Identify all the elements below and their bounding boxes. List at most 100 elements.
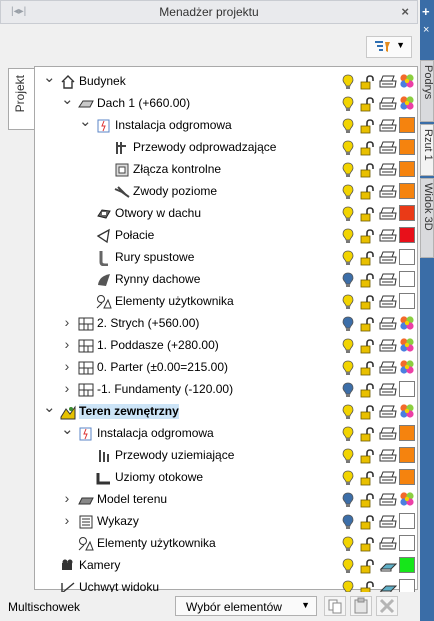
tree-row[interactable]: Połacie (35, 225, 417, 247)
tree-row[interactable]: ⌄ Instalacja odgromowa (35, 112, 417, 137)
visibility-bulb-icon[interactable] (342, 228, 354, 244)
tree-row[interactable]: ⌄ Instalacja odgromowa (35, 420, 417, 445)
title-bar[interactable]: |◂▸| Menadżer projektu × (0, 0, 418, 24)
printer-icon[interactable] (379, 404, 397, 420)
copy-button[interactable] (324, 596, 346, 616)
tree-row[interactable]: › Model terenu (35, 489, 417, 511)
printer-icon[interactable] (379, 536, 397, 552)
printer-icon[interactable] (379, 118, 397, 134)
eraser-icon[interactable] (379, 558, 398, 574)
color-swatch[interactable] (399, 469, 415, 485)
visibility-bulb-icon[interactable] (342, 426, 354, 442)
tree-row[interactable]: Elementy użytkownika (35, 533, 417, 555)
printer-icon[interactable] (379, 272, 397, 288)
visibility-bulb-icon[interactable] (342, 316, 354, 332)
color-swatch[interactable] (399, 227, 415, 243)
lock-icon[interactable] (360, 206, 376, 222)
chevron-right-icon[interactable]: › (61, 314, 73, 330)
chevron-right-icon[interactable]: › (61, 336, 73, 352)
tree-row[interactable]: Złącza kontrolne (35, 159, 417, 181)
paste-button[interactable] (350, 596, 372, 616)
lock-icon[interactable] (360, 338, 376, 354)
tree-row[interactable]: ⌄ Budynek (35, 68, 417, 93)
printer-icon[interactable] (379, 250, 397, 266)
tab-rzut-1[interactable]: Rzut 1 (420, 124, 434, 176)
visibility-bulb-icon[interactable] (342, 404, 354, 420)
printer-icon[interactable] (379, 316, 397, 332)
tree-row[interactable]: › 1. Poddasze (+280.00) (35, 335, 417, 357)
visibility-bulb-icon[interactable] (342, 272, 354, 288)
color-swatch[interactable] (399, 293, 415, 309)
lock-icon[interactable] (360, 250, 376, 266)
visibility-bulb-icon[interactable] (342, 294, 354, 310)
visibility-bulb-icon[interactable] (342, 162, 354, 178)
visibility-bulb-icon[interactable] (342, 338, 354, 354)
visibility-bulb-icon[interactable] (342, 206, 354, 222)
color-swatch[interactable] (399, 271, 415, 287)
tree-row[interactable]: Przewody uziemiające (35, 445, 417, 467)
printer-icon[interactable] (379, 228, 397, 244)
printer-icon[interactable] (379, 96, 397, 112)
delete-button[interactable] (376, 596, 398, 616)
lock-icon[interactable] (360, 492, 376, 508)
lock-icon[interactable] (360, 96, 376, 112)
tree-row[interactable]: Elementy użytkownika (35, 291, 417, 313)
plus-icon[interactable]: + (422, 4, 434, 20)
tab-podrys[interactable]: Podrys (420, 60, 434, 122)
multicolor-icon[interactable] (399, 359, 415, 375)
visibility-bulb-icon[interactable] (342, 448, 354, 464)
tree-row[interactable]: Przewody odprowadzające (35, 137, 417, 159)
chevron-down-icon[interactable]: ⌄ (79, 112, 92, 130)
visibility-bulb-icon[interactable] (342, 140, 354, 156)
multicolor-icon[interactable] (399, 491, 415, 507)
lock-icon[interactable] (360, 74, 376, 90)
lock-icon[interactable] (360, 118, 376, 134)
visibility-bulb-icon[interactable] (342, 118, 354, 134)
lock-icon[interactable] (360, 404, 376, 420)
lock-icon[interactable] (360, 140, 376, 156)
tree-row[interactable]: Kamery (35, 555, 417, 577)
color-swatch[interactable] (399, 161, 415, 177)
visibility-bulb-icon[interactable] (342, 74, 354, 90)
tree-row[interactable]: Rury spustowe (35, 247, 417, 269)
printer-icon[interactable] (379, 74, 397, 90)
tree-row[interactable]: ⌄ Teren zewnętrzny (35, 399, 417, 423)
tree-row[interactable]: Uziomy otokowe (35, 467, 417, 489)
printer-icon[interactable] (379, 162, 397, 178)
color-swatch[interactable] (399, 557, 415, 573)
tree-row[interactable]: › 0. Parter (±0.00=215.00) (35, 357, 417, 379)
lock-icon[interactable] (360, 470, 376, 486)
lock-icon[interactable] (360, 272, 376, 288)
lock-icon[interactable] (360, 162, 376, 178)
color-swatch[interactable] (399, 183, 415, 199)
lock-icon[interactable] (360, 294, 376, 310)
tree-row[interactable]: › 2. Strych (+560.00) (35, 313, 417, 335)
lock-icon[interactable] (360, 382, 376, 398)
visibility-bulb-icon[interactable] (342, 360, 354, 376)
visibility-bulb-icon[interactable] (342, 382, 354, 398)
printer-icon[interactable] (379, 294, 397, 310)
multicolor-icon[interactable] (399, 403, 415, 419)
lock-icon[interactable] (360, 514, 376, 530)
chevron-down-icon[interactable]: ⌄ (61, 90, 74, 108)
multicolor-icon[interactable] (399, 337, 415, 353)
printer-icon[interactable] (379, 382, 397, 398)
chevron-down-icon[interactable]: ⌄ (43, 68, 56, 86)
printer-icon[interactable] (379, 360, 397, 376)
printer-icon[interactable] (379, 492, 397, 508)
multicolor-icon[interactable] (399, 315, 415, 331)
chevron-down-icon[interactable]: ⌄ (61, 420, 74, 438)
color-swatch[interactable] (399, 425, 415, 441)
visibility-bulb-icon[interactable] (342, 558, 354, 574)
printer-icon[interactable] (379, 206, 397, 222)
color-swatch[interactable] (399, 139, 415, 155)
visibility-bulb-icon[interactable] (342, 184, 354, 200)
multicolor-icon[interactable] (399, 95, 415, 111)
tree-row[interactable]: › Wykazy (35, 511, 417, 533)
chevron-right-icon[interactable]: › (61, 512, 73, 528)
chevron-right-icon[interactable]: › (61, 490, 73, 506)
printer-icon[interactable] (379, 140, 397, 156)
lock-icon[interactable] (360, 536, 376, 552)
color-swatch[interactable] (399, 381, 415, 397)
project-tree[interactable]: ⌄ Budynek ⌄ Dach 1 (+660.00) ⌄ Instalacja odg… (34, 66, 418, 596)
